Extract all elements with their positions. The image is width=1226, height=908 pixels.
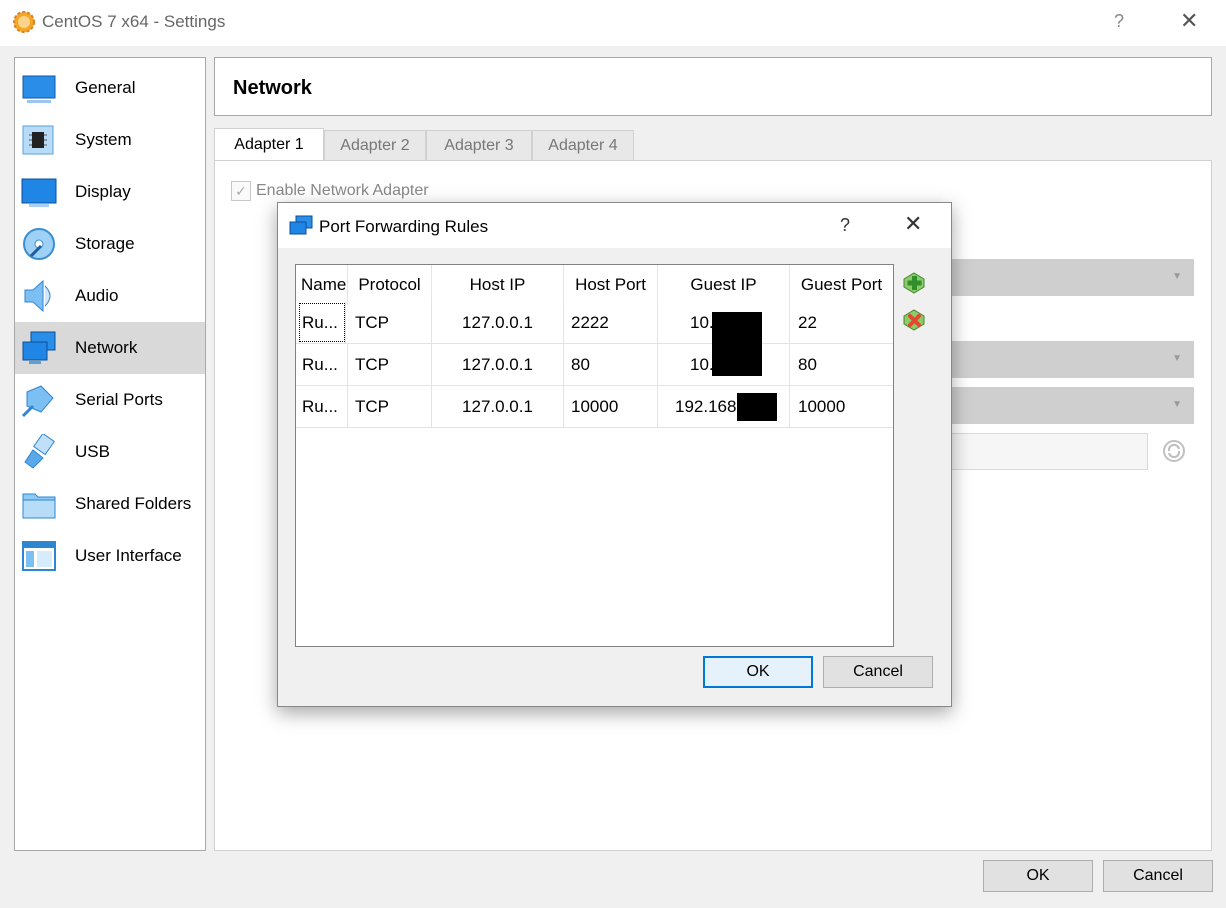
cell-host-port[interactable]: 80 xyxy=(564,344,658,385)
sidebar-item-audio[interactable]: Audio xyxy=(15,270,205,322)
redaction-block xyxy=(737,393,777,421)
dialog-close-button[interactable]: ✕ xyxy=(904,211,922,237)
sidebar-item-system[interactable]: System xyxy=(15,114,205,166)
sidebar-item-shared-folders[interactable]: Shared Folders xyxy=(15,478,205,530)
port-forwarding-dialog: Port Forwarding Rules ? ✕ Name Protocol … xyxy=(277,202,952,707)
cell-name[interactable]: Ru... xyxy=(298,302,346,343)
cell-guest-port[interactable]: 80 xyxy=(790,344,893,385)
close-button[interactable]: ✕ xyxy=(1180,8,1198,34)
tab-adapter-2[interactable]: Adapter 2 xyxy=(324,130,426,160)
sidebar-item-display[interactable]: Display xyxy=(15,166,205,218)
sidebar-item-label: System xyxy=(75,130,132,149)
cell-protocol[interactable]: TCP xyxy=(348,344,432,385)
column-header-guest-ip[interactable]: Guest IP xyxy=(658,265,790,305)
sidebar-item-label: Shared Folders xyxy=(75,494,192,513)
speaker-icon xyxy=(24,279,51,313)
port-forwarding-table[interactable]: Name Protocol Host IP Host Port Guest IP… xyxy=(295,264,894,647)
window-titlebar: CentOS 7 x64 - Settings ? ✕ xyxy=(0,0,1226,46)
cell-guest-port[interactable]: 22 xyxy=(790,302,893,343)
cell-host-ip[interactable]: 127.0.0.1 xyxy=(432,344,564,385)
cell-guest-port[interactable]: 10000 xyxy=(790,386,893,427)
chip-icon xyxy=(22,125,54,155)
cell-host-ip[interactable]: 127.0.0.1 xyxy=(432,302,564,343)
page-header: Network xyxy=(214,57,1212,116)
virtualbox-app-icon xyxy=(13,11,35,33)
ok-button[interactable]: OK xyxy=(983,860,1093,892)
dialog-cancel-button[interactable]: Cancel xyxy=(823,656,933,688)
tab-adapter-4[interactable]: Adapter 4 xyxy=(532,130,634,160)
serial-port-icon xyxy=(21,385,54,418)
sidebar-item-usb[interactable]: USB xyxy=(15,426,205,478)
mac-address-input[interactable] xyxy=(950,433,1148,470)
cell-name[interactable]: Ru... xyxy=(296,344,348,385)
chevron-down-icon: ▼ xyxy=(1172,271,1182,282)
sidebar-item-label: User Interface xyxy=(75,546,182,565)
column-header-host-ip[interactable]: Host IP xyxy=(432,265,564,305)
sidebar-item-label: Display xyxy=(75,182,131,201)
chevron-down-icon: ▼ xyxy=(1172,399,1182,410)
cell-host-ip[interactable]: 127.0.0.1 xyxy=(432,386,564,427)
dialog-ok-button[interactable]: OK xyxy=(703,656,813,688)
cancel-button[interactable]: Cancel xyxy=(1103,860,1213,892)
sidebar-item-label: Network xyxy=(75,338,138,357)
refresh-icon[interactable] xyxy=(1162,439,1186,463)
sidebar-item-storage[interactable]: Storage xyxy=(15,218,205,270)
dialog-titlebar: Port Forwarding Rules ? ✕ xyxy=(278,203,951,248)
disk-icon xyxy=(23,228,55,260)
remove-rule-icon[interactable] xyxy=(901,306,927,332)
add-rule-icon[interactable] xyxy=(901,269,927,295)
sidebar-item-label: USB xyxy=(75,442,110,461)
dialog-title: Port Forwarding Rules xyxy=(319,217,489,236)
table-row[interactable]: Ru... TCP 127.0.0.1 10000 192.168 10000 xyxy=(296,386,893,428)
cell-protocol[interactable]: TCP xyxy=(348,302,432,343)
sidebar-item-serial-ports[interactable]: Serial Ports xyxy=(15,374,205,426)
column-header-name[interactable]: Name xyxy=(296,265,348,305)
adapter-type-combo[interactable]: ▼ xyxy=(950,341,1194,378)
general-icon xyxy=(22,75,56,103)
sidebar-item-user-interface[interactable]: User Interface xyxy=(15,530,205,582)
cell-protocol[interactable]: TCP xyxy=(348,386,432,427)
tab-adapter-1[interactable]: Adapter 1 xyxy=(214,128,324,160)
column-header-guest-port[interactable]: Guest Port xyxy=(790,265,893,305)
monitor-icon xyxy=(21,178,57,207)
dialog-help-button[interactable]: ? xyxy=(840,215,850,236)
cell-name[interactable]: Ru... xyxy=(296,386,348,427)
table-row[interactable]: Ru... TCP 127.0.0.1 80 10. 80 xyxy=(296,344,893,386)
settings-sidebar: General System Display Storage Audio Net… xyxy=(14,57,206,851)
cell-host-port[interactable]: 2222 xyxy=(564,302,658,343)
chevron-down-icon: ▼ xyxy=(1172,353,1182,364)
folder-icon xyxy=(22,493,56,519)
help-button[interactable]: ? xyxy=(1114,11,1124,32)
sidebar-item-label: Serial Ports xyxy=(75,390,163,409)
column-header-protocol[interactable]: Protocol xyxy=(348,265,432,305)
column-header-host-port[interactable]: Host Port xyxy=(564,265,658,305)
promiscuous-mode-combo[interactable]: ▼ xyxy=(950,387,1194,424)
sidebar-item-label: General xyxy=(75,78,136,97)
network-icon xyxy=(289,215,313,235)
enable-adapter-label: Enable Network Adapter xyxy=(256,182,429,199)
window-title: CentOS 7 x64 - Settings xyxy=(42,12,226,31)
sidebar-item-label: Audio xyxy=(75,286,119,305)
sidebar-item-label: Storage xyxy=(75,234,135,253)
cell-host-port[interactable]: 10000 xyxy=(564,386,658,427)
sidebar-item-network[interactable]: Network xyxy=(15,322,205,374)
redaction-block xyxy=(712,312,762,376)
usb-icon xyxy=(24,434,56,469)
page-title: Network xyxy=(233,77,312,99)
attached-to-combo[interactable]: ▼ xyxy=(950,259,1194,296)
network-icon xyxy=(22,331,56,364)
user-interface-icon xyxy=(22,541,56,571)
enable-adapter-checkbox[interactable]: ✓ xyxy=(231,181,251,201)
sidebar-item-general[interactable]: General xyxy=(15,62,205,114)
tab-adapter-3[interactable]: Adapter 3 xyxy=(426,130,532,160)
table-row[interactable]: Ru... TCP 127.0.0.1 2222 10. 22 xyxy=(296,302,893,344)
